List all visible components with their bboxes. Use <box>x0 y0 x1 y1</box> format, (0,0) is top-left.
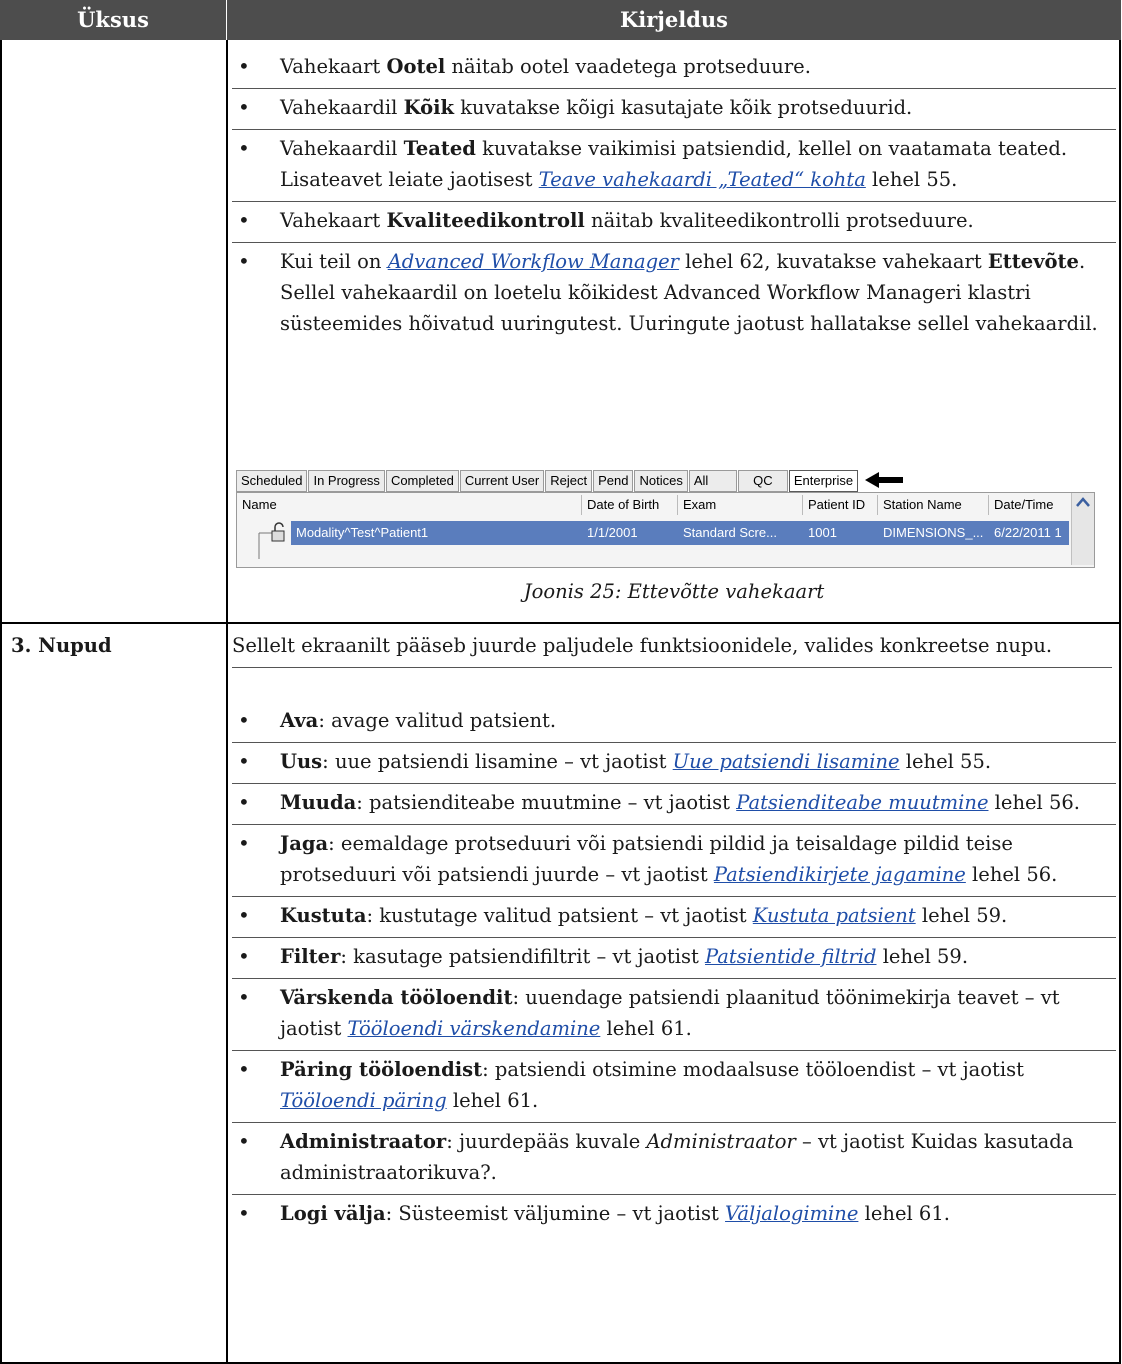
tab-pend[interactable]: Pend <box>593 470 634 492</box>
worklist-query-link[interactable]: Tööloendi päring <box>280 1089 447 1112</box>
logout-link[interactable]: Väljalogimine <box>725 1202 858 1225</box>
list-item: Kui teil on Advanced Workflow Manager le… <box>232 243 1116 345</box>
list-item: Jaga: eemaldage protseduuri või patsiend… <box>232 825 1116 897</box>
exam-cell: Standard Scre... <box>683 525 777 540</box>
worklist-tabs: Scheduled In Progress Completed Current … <box>236 470 905 492</box>
vertical-scrollbar[interactable] <box>1071 493 1094 565</box>
column-header[interactable]: Station Name <box>878 493 962 517</box>
section1-bullet-list: Vahekaart Ootel näitab ootel vaadetega p… <box>232 48 1116 345</box>
column-header[interactable]: Date/Time <box>989 493 1053 517</box>
list-item: Vahekaart Ootel näitab ootel vaadetega p… <box>232 48 1116 89</box>
pointer-arrow-icon <box>865 472 904 488</box>
column-header[interactable]: Date of Birth <box>582 493 659 517</box>
section-intro: Sellelt ekraanilt pääseb juurde paljudel… <box>232 630 1112 668</box>
tab-reject[interactable]: Reject <box>545 470 593 492</box>
list-item: Muuda: patsienditeabe muutmine – vt jaot… <box>232 784 1116 825</box>
list-item: Vahekaardil Kõik kuvatakse kõigi kasutaj… <box>232 89 1116 130</box>
patient-grid: Name Date of Birth Exam Patient ID Stati… <box>236 492 1095 568</box>
notices-tab-link[interactable]: Teave vahekaardi „Teated“ kohta <box>539 168 866 191</box>
list-item: Värskenda tööloendit: uuendage patsiendi… <box>232 979 1116 1051</box>
enterprise-tab-figure: Scheduled In Progress Completed Current … <box>236 470 1095 568</box>
list-item: Vahekaardil Teated kuvatakse vaikimisi p… <box>232 130 1116 202</box>
worklist-refresh-link[interactable]: Tööloendi värskendamine <box>348 1017 601 1040</box>
tab-all[interactable]: All <box>688 470 737 492</box>
patient-name-cell: Modality^Test^Patient1 <box>296 525 429 540</box>
tab-current-user[interactable]: Current User <box>459 470 545 492</box>
tab-completed[interactable]: Completed <box>385 470 459 492</box>
column-header-description: Kirjeldus <box>619 7 728 32</box>
column-header[interactable]: Name <box>237 493 277 517</box>
patient-filters-link[interactable]: Patsientide filtrid <box>705 945 876 968</box>
patient-id-cell: 1001 <box>808 525 837 540</box>
chevron-up-icon[interactable] <box>1072 493 1094 511</box>
unlock-icon <box>271 522 285 542</box>
column-header[interactable]: Exam <box>678 493 716 517</box>
column-header[interactable]: Patient ID <box>803 493 865 517</box>
tab-qc[interactable]: QC <box>737 470 788 492</box>
tab-in-progress[interactable]: In Progress <box>308 470 385 492</box>
list-item: Filter: kasutage patsiendifiltrit – vt j… <box>232 938 1116 979</box>
column-header-item: Üksus <box>77 7 149 32</box>
delete-patient-link[interactable]: Kustuta patsient <box>753 904 916 927</box>
table-header: Üksus Kirjeldus <box>0 0 1121 40</box>
list-item: Päring tööloendist: patsiendi otsimine m… <box>232 1051 1116 1123</box>
advanced-workflow-link[interactable]: Advanced Workflow Manager <box>388 250 679 273</box>
list-item: Ava: avage valitud patsient. <box>232 702 1116 743</box>
tab-scheduled[interactable]: Scheduled <box>236 470 308 492</box>
list-item: Kustuta: kustutage valitud patsient – vt… <box>232 897 1116 938</box>
list-item: Uus: uue patsiendi lisamine – vt jaotist… <box>232 743 1116 784</box>
section3-bullet-list: Ava: avage valitud patsient. Uus: uue pa… <box>232 702 1116 1235</box>
dob-cell: 1/1/2001 <box>587 525 638 540</box>
datetime-cell: 6/22/2011 1 <box>994 525 1062 540</box>
figure-caption: Joonis 25: Ettevõtte vahekaart <box>523 580 825 603</box>
station-name-cell: DIMENSIONS_... <box>883 525 984 540</box>
split-records-link[interactable]: Patsiendikirjete jagamine <box>714 863 966 886</box>
list-item: Logi välja: Süsteemist väljumine – vt ja… <box>232 1195 1116 1235</box>
tab-notices[interactable]: Notices <box>634 470 688 492</box>
add-patient-link[interactable]: Uue patsiendi lisamine <box>673 750 900 773</box>
edit-patient-link[interactable]: Patsienditeabe muutmine <box>736 791 988 814</box>
list-item: Administraator: juurdepääs kuvale Admini… <box>232 1123 1116 1195</box>
tab-enterprise[interactable]: Enterprise <box>788 470 859 492</box>
section-label: 3. Nupud <box>11 634 112 657</box>
list-item: Vahekaart Kvaliteedikontroll näitab kval… <box>232 202 1116 243</box>
